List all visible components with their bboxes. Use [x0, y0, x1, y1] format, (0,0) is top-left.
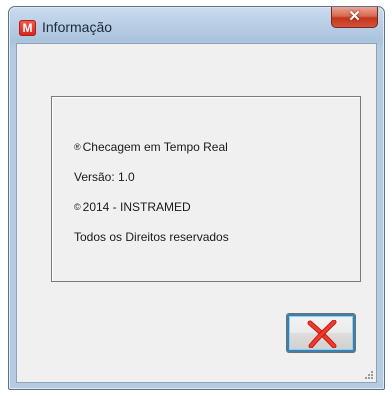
- copyright-text: 2014 - INSTRAMED: [82, 200, 191, 214]
- dialog-body: ® Checagem em Tempo Real Versão: 1.0 © 201…: [16, 43, 377, 383]
- title-bar[interactable]: M Informação ✕: [9, 7, 384, 43]
- info-group-box: ® Checagem em Tempo Real Versão: 1.0 © 201…: [51, 96, 361, 282]
- registered-symbol: ®: [74, 142, 81, 152]
- close-icon: ✕: [348, 8, 361, 25]
- app-logo-icon: M: [19, 20, 36, 36]
- info-dialog: M Informação ✕ ® Checagem em Tempo Real V…: [8, 6, 385, 390]
- copyright-symbol: ©: [74, 202, 81, 212]
- copyright-line: © 2014 - INSTRAMED: [74, 200, 191, 214]
- version-label: Versão: 1.0: [74, 170, 135, 184]
- product-name-line: ® Checagem em Tempo Real: [74, 140, 228, 154]
- cancel-button[interactable]: [286, 313, 356, 353]
- red-x-icon: [307, 320, 337, 348]
- close-button[interactable]: ✕: [331, 7, 378, 28]
- resize-grip-icon[interactable]: [364, 370, 374, 380]
- window-title: Informação: [42, 19, 113, 35]
- product-name: Checagem em Tempo Real: [82, 140, 228, 154]
- rights-label: Todos os Direitos reservados: [74, 230, 229, 244]
